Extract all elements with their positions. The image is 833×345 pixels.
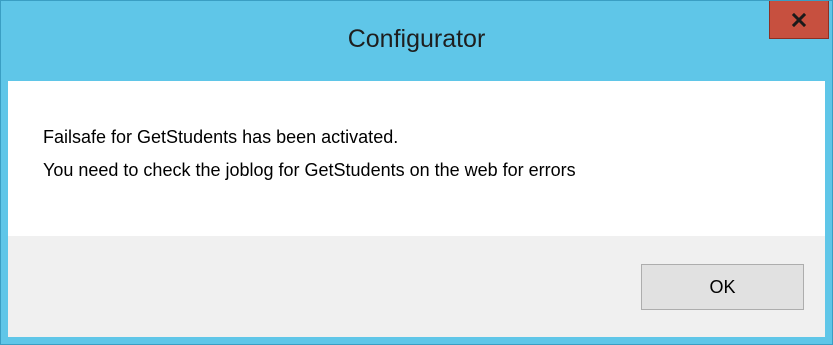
dialog-body: Failsafe for GetStudents has been activa… xyxy=(8,81,825,337)
title-bar[interactable]: Configurator xyxy=(1,1,832,81)
close-button[interactable] xyxy=(769,1,829,39)
close-icon xyxy=(792,12,806,27)
ok-button[interactable]: OK xyxy=(641,264,804,310)
dialog-window: Configurator Failsafe for GetStudents ha… xyxy=(0,0,833,345)
message-line-1: Failsafe for GetStudents has been activa… xyxy=(43,127,399,147)
message-area: Failsafe for GetStudents has been activa… xyxy=(8,81,825,236)
dialog-title: Configurator xyxy=(347,25,486,53)
message-line-2: You need to check the joblog for GetStud… xyxy=(43,160,576,180)
